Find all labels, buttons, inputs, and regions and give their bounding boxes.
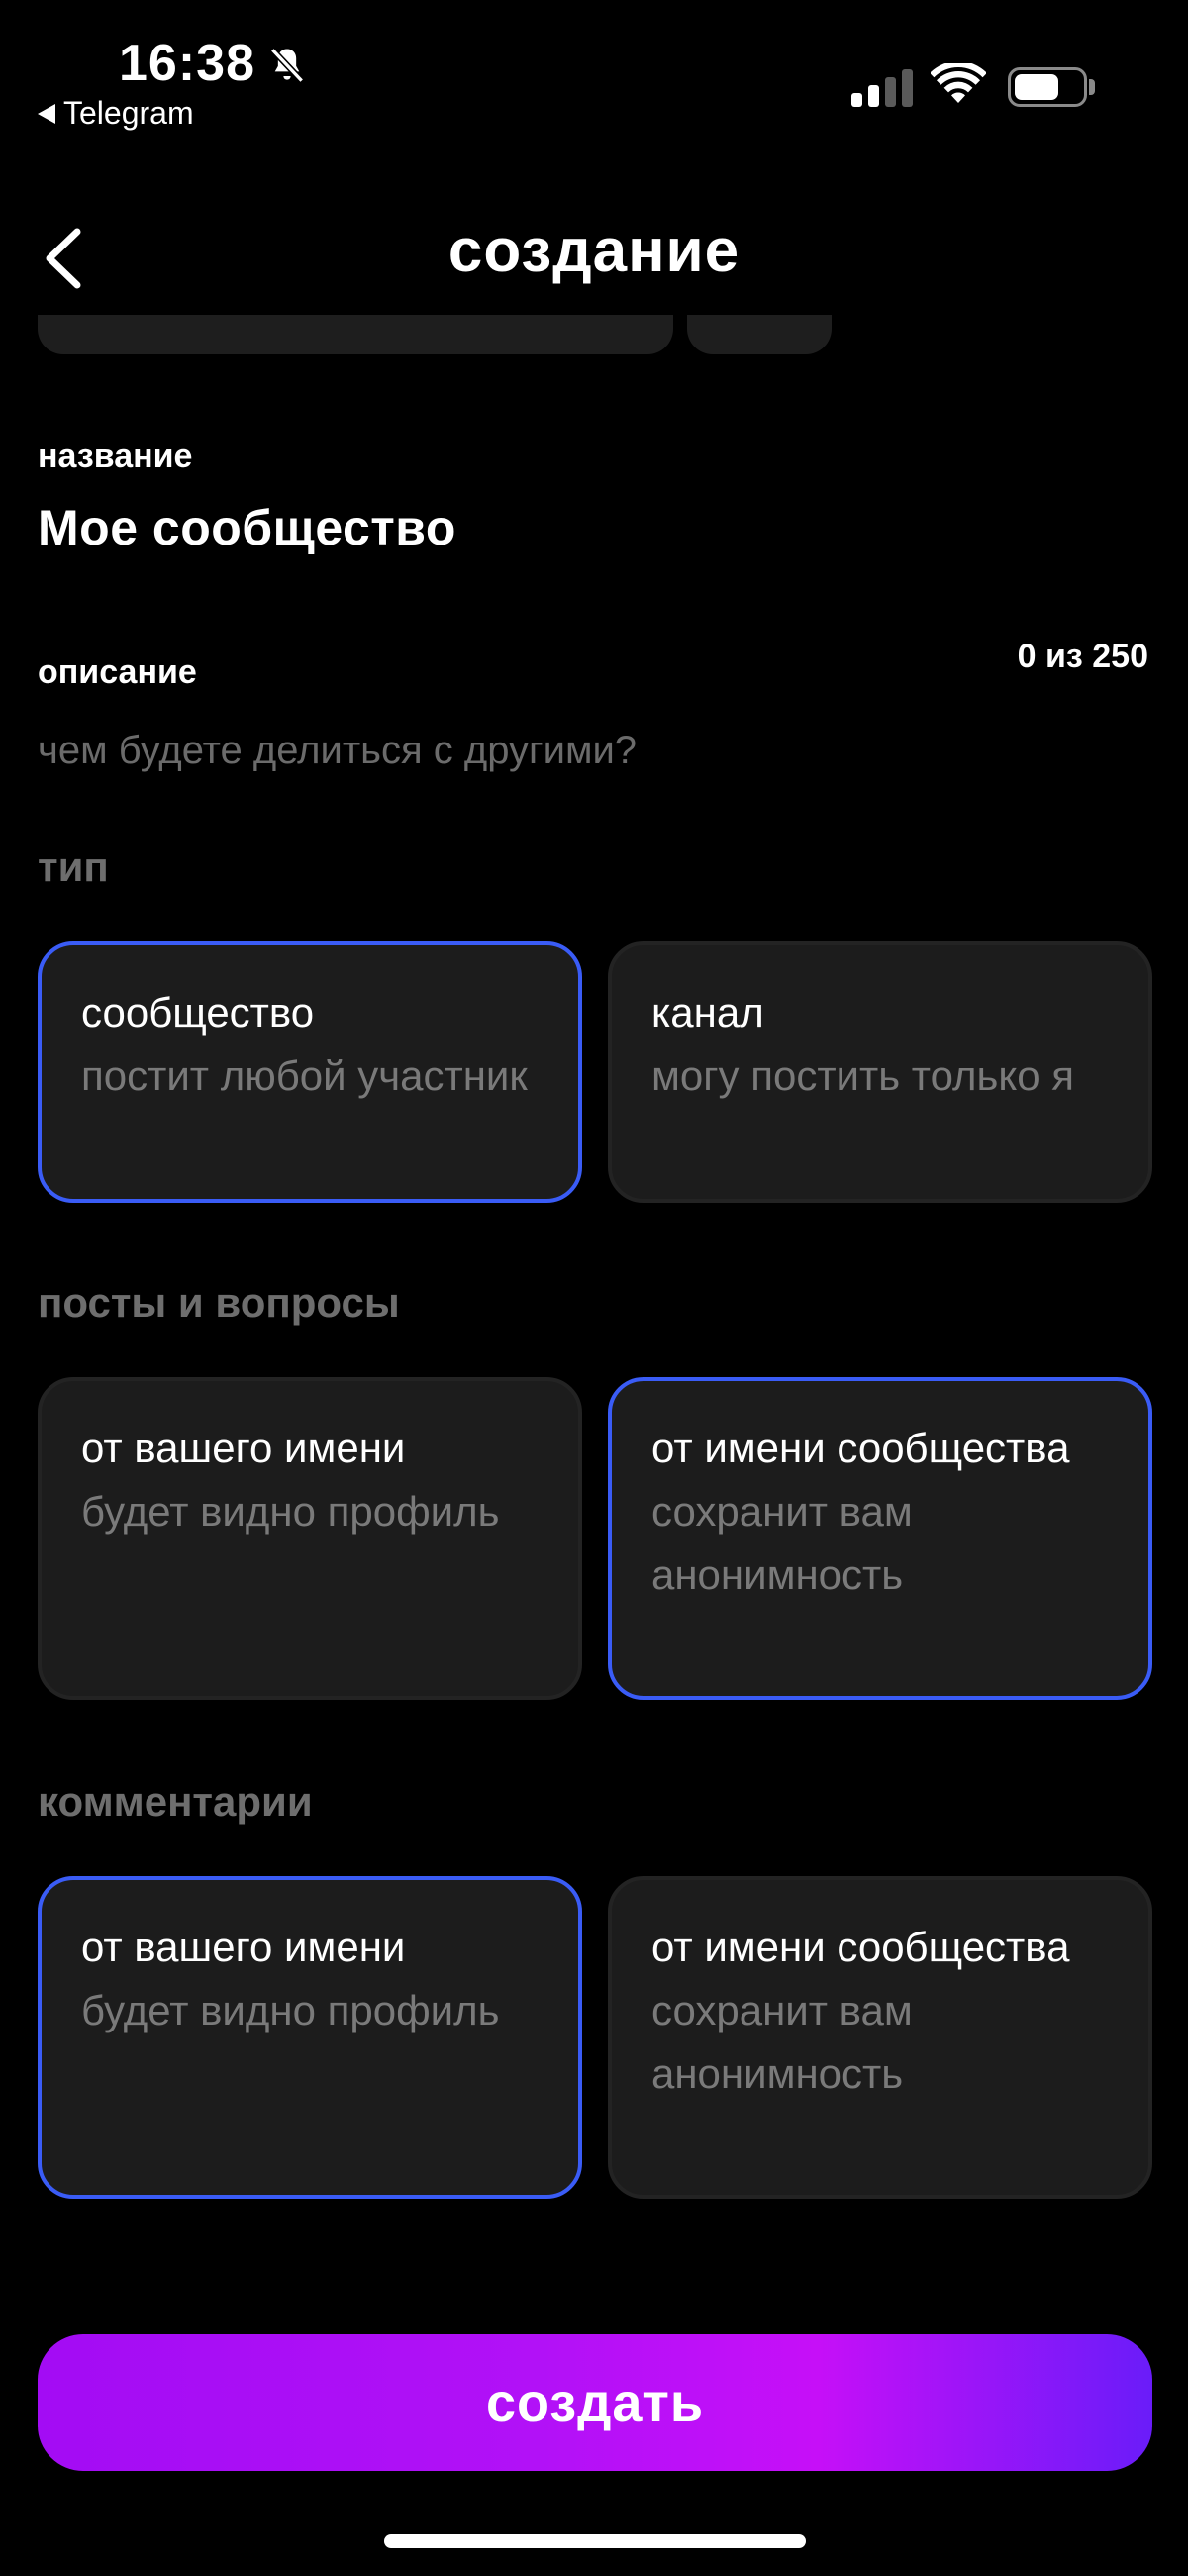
section-title-type: тип xyxy=(38,843,109,890)
option-title: от вашего имени xyxy=(81,1425,406,1471)
status-time: 16:38 xyxy=(119,35,255,92)
option-title: от вашего имени xyxy=(81,1924,406,1970)
wifi-icon xyxy=(931,63,986,103)
description-field[interactable]: чем будете делиться с другими? xyxy=(38,729,637,773)
battery-tip xyxy=(1089,79,1095,95)
description-counter: 0 из 250 xyxy=(1017,638,1148,675)
back-to-app-link[interactable]: Telegram xyxy=(38,95,194,132)
name-label: название xyxy=(38,438,193,475)
name-field[interactable]: Мое сообщество xyxy=(38,499,456,556)
bell-slash-icon xyxy=(269,48,305,83)
option-posts-community-name[interactable]: от имени сообщества сохранит вам анонимн… xyxy=(608,1377,1152,1700)
option-community[interactable]: сообщество постит любой участник xyxy=(38,941,582,1203)
battery-icon xyxy=(1008,67,1087,107)
option-description: сохранит вам анонимность xyxy=(651,1488,913,1598)
cellular-signal-icon xyxy=(851,67,913,107)
section-title-posts: посты и вопросы xyxy=(38,1279,400,1326)
scrolled-chip[interactable] xyxy=(38,315,673,354)
option-channel[interactable]: канал могу постить только я xyxy=(608,941,1152,1203)
option-title: сообщество xyxy=(81,989,315,1036)
option-description: сохранит вам анонимность xyxy=(651,1987,913,2097)
back-triangle-icon xyxy=(38,103,55,124)
page-title: создание xyxy=(447,217,741,285)
scrolled-chip[interactable] xyxy=(687,315,832,354)
section-title-comments: комментарии xyxy=(38,1778,313,1825)
option-comments-community-name[interactable]: от имени сообщества сохранит вам анонимн… xyxy=(608,1876,1152,2199)
create-button[interactable]: создать xyxy=(38,2334,1152,2471)
option-comments-own-name[interactable]: от вашего имени будет видно профиль xyxy=(38,1876,582,2199)
option-description: могу постить только я xyxy=(651,1052,1075,1099)
option-description: будет видно профиль xyxy=(81,1488,500,1535)
option-description: постит любой участник xyxy=(81,1052,528,1099)
description-label: описание xyxy=(38,653,197,691)
option-title: от имени сообщества xyxy=(651,1924,1070,1970)
option-title: от имени сообщества xyxy=(651,1425,1070,1471)
option-title: канал xyxy=(651,989,764,1036)
option-posts-own-name[interactable]: от вашего имени будет видно профиль xyxy=(38,1377,582,1700)
back-app-label: Telegram xyxy=(63,95,194,131)
option-description: будет видно профиль xyxy=(81,1987,500,2033)
home-indicator[interactable] xyxy=(384,2534,806,2548)
